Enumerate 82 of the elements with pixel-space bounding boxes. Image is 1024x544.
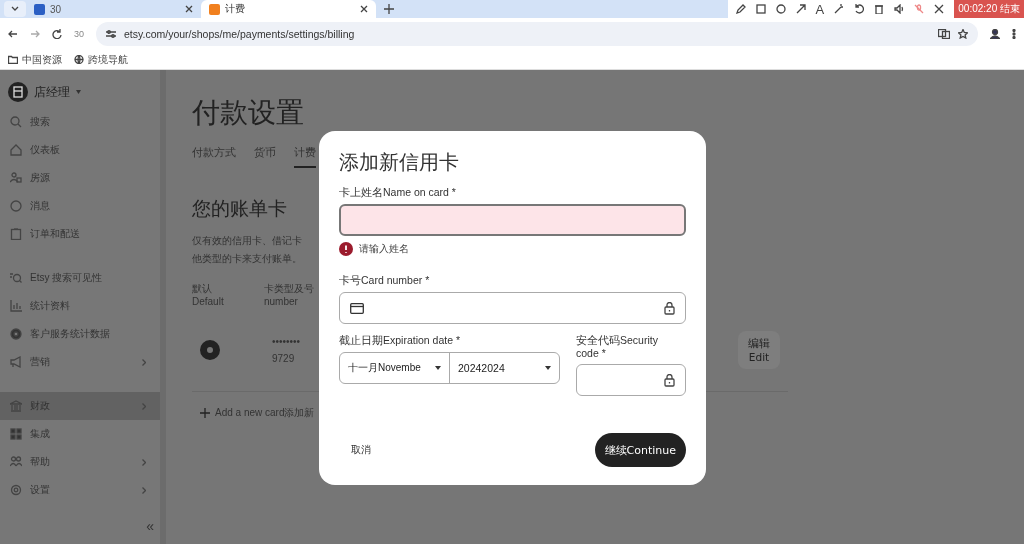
radio-button[interactable] <box>200 339 220 360</box>
reload-icon[interactable] <box>52 29 62 39</box>
field-label: 卡号Card number * <box>339 274 431 288</box>
month-dropdown[interactable]: 十一月Novembe <box>340 353 450 383</box>
shop-name[interactable]: 店经理 <box>34 83 70 101</box>
pencil-icon[interactable] <box>735 4 746 14</box>
chevron-icon <box>142 358 146 366</box>
field-label: 截止日期Expiration date * <box>339 334 462 348</box>
site-settings-icon <box>106 30 116 38</box>
bar-chart-icon <box>10 300 22 312</box>
bookmark[interactable]: 中国资源 <box>8 52 62 67</box>
year-dropdown[interactable]: 20242024 <box>450 353 559 383</box>
site-icon <box>209 3 220 15</box>
settings-tab[interactable]: 货币 <box>254 146 276 168</box>
browser-tab[interactable]: 计费 <box>201 0 376 18</box>
people-icon <box>10 172 22 184</box>
plus-icon <box>200 408 210 418</box>
sidebar-item[interactable]: 搜索 <box>0 108 160 136</box>
description-text: 仅有效的信用卡、借记卡 <box>192 234 302 248</box>
arrow-icon[interactable] <box>795 4 806 14</box>
settings-tab[interactable]: 付款方式 <box>192 146 236 168</box>
name-input-field[interactable] <box>339 204 686 236</box>
chevron-icon <box>142 486 146 494</box>
lock-icon <box>664 373 675 387</box>
page-title: 付款设置 <box>192 96 305 130</box>
security-code-field[interactable] <box>576 364 686 396</box>
close-icon[interactable] <box>185 5 193 13</box>
card-number-field[interactable] <box>339 292 686 324</box>
card-last-digits: 9729 <box>272 352 295 364</box>
close-icon[interactable] <box>360 5 368 13</box>
clipboard-icon <box>10 228 22 240</box>
magnifier-icon <box>10 272 22 284</box>
new-tab-icon[interactable] <box>384 4 394 14</box>
folder-icon <box>8 55 18 64</box>
sidebar-item[interactable]: 统计资料 <box>0 292 160 320</box>
search-icon <box>10 116 22 128</box>
caret-icon <box>435 366 441 370</box>
star-icon[interactable] <box>958 29 968 39</box>
people-icon <box>10 456 22 468</box>
close-icon[interactable] <box>934 4 945 14</box>
credit-card-icon <box>350 302 364 314</box>
error-message: 请输入姓名 <box>359 242 409 256</box>
column-header: 默认 Default <box>192 282 225 308</box>
rectangle-icon[interactable] <box>755 4 766 14</box>
grid-icon <box>10 428 22 440</box>
home-icon <box>10 144 22 156</box>
text-tool[interactable]: A <box>815 1 825 17</box>
sidebar-item[interactable]: 仪表板 <box>0 136 160 164</box>
megaphone-icon <box>10 356 22 368</box>
settings-tab[interactable]: 计费 <box>294 146 316 168</box>
browser-tab[interactable]: 30 <box>26 0 201 18</box>
shop-icon <box>8 82 28 102</box>
collapse-button[interactable]: « <box>146 518 154 534</box>
circle-icon[interactable] <box>775 4 786 14</box>
field-label: 卡上姓名Name on card * <box>339 186 457 200</box>
caret-icon <box>76 90 81 94</box>
field-label: 安全代码Security code * <box>576 334 659 360</box>
caret-icon <box>545 366 551 370</box>
address-bar[interactable]: etsy.com/your/shops/me/payments/settings/billing <box>96 22 978 46</box>
card-number-mask: •••••••• <box>272 335 300 347</box>
continue-button[interactable]: 继续Continue <box>594 433 686 467</box>
undo-icon[interactable] <box>854 4 865 14</box>
globe-icon <box>74 55 84 64</box>
menu-icon[interactable] <box>1012 29 1016 39</box>
caret-icon <box>11 6 19 12</box>
edit-button[interactable]: 编辑 Edit <box>738 330 780 369</box>
lock-icon <box>664 301 675 315</box>
bookmark[interactable]: 跨境导航 <box>74 52 128 67</box>
section-heading: 您的账单卡 <box>192 197 287 221</box>
stop-recording-button[interactable]: 00:02:20 结束 <box>954 0 1024 18</box>
back-icon[interactable] <box>8 29 18 39</box>
profile-icon[interactable] <box>990 29 1000 39</box>
speaker-icon[interactable] <box>894 4 905 14</box>
magic-wand-icon[interactable] <box>834 4 845 14</box>
site-icon <box>34 3 45 15</box>
bank-icon <box>10 400 22 412</box>
dialog-title: 添加新信用卡 <box>339 150 460 175</box>
cancel-button[interactable]: 取消 <box>339 435 383 465</box>
translate-icon[interactable] <box>938 29 950 39</box>
chevron-icon <box>142 458 146 466</box>
error-icon <box>339 242 353 256</box>
tab-count-label: 30 <box>74 29 84 39</box>
